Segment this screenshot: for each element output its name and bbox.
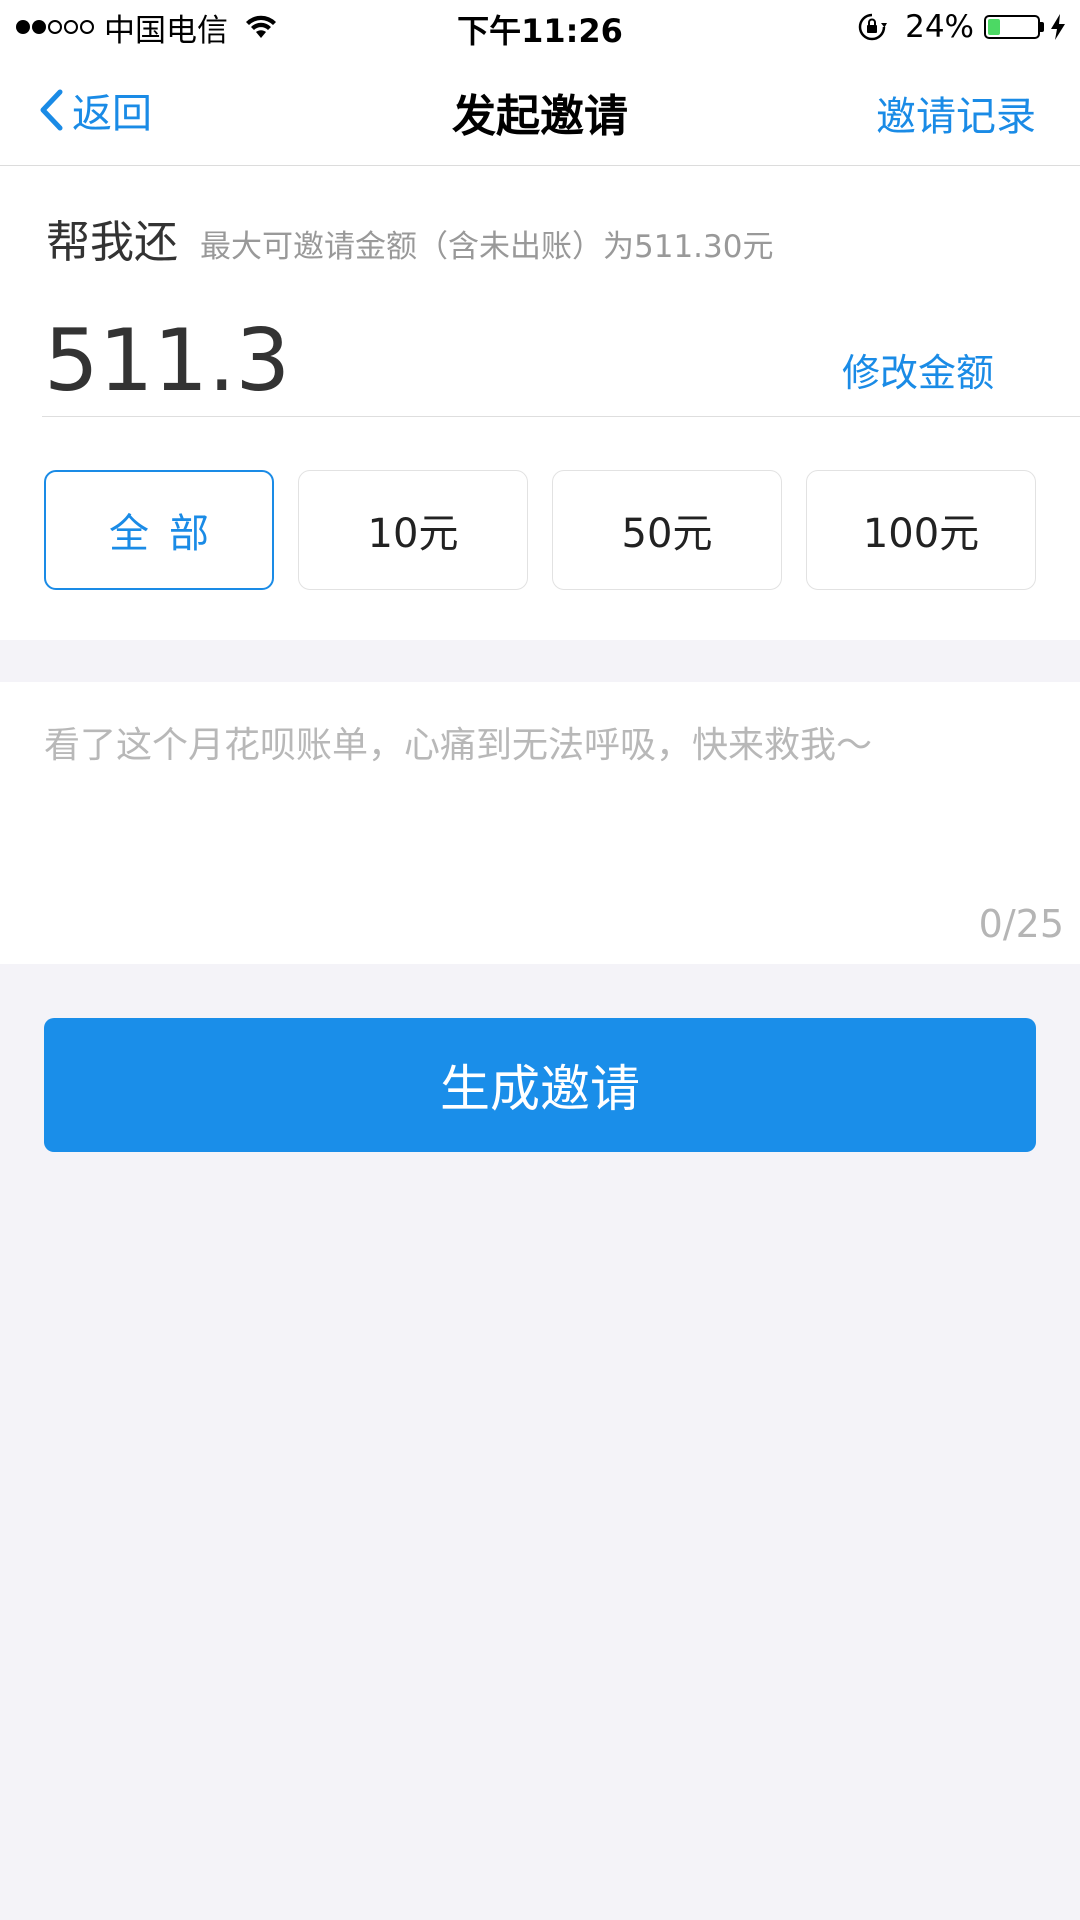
amount-option-10[interactable]: 10元 [298,470,528,590]
charging-bolt-icon [1051,14,1065,40]
character-count: 0/25 [978,902,1064,946]
max-amount-hint: 最大可邀请金额（含未出账）为511.30元 [200,229,774,265]
amount-option-100[interactable]: 100元 [806,470,1036,590]
amount-card: 帮我还 最大可邀请金额（含未出账）为511.30元 511.3 修改金额 全部 … [0,166,1080,640]
message-card[interactable]: 看了这个月花呗账单，心痛到无法呼吸，快来救我～ 0/25 [0,682,1080,964]
amount-option-all[interactable]: 全部 [44,470,274,590]
rotation-lock-icon [858,13,888,41]
amount-value: 511.3 [44,311,291,411]
battery-nub [1040,22,1044,32]
screen: 中国电信 下午11:26 24% 返回 发起邀请 邀请记录 帮我还 最大可邀请金… [0,0,1080,1920]
invite-history-button[interactable]: 邀请记录 [876,84,1036,142]
navigation-bar: 返回 发起邀请 邀请记录 [0,54,1080,166]
amount-options: 全部 10元 50元 100元 [44,470,1036,590]
amount-option-50[interactable]: 50元 [552,470,782,590]
generate-invite-button[interactable]: 生成邀请 [44,1018,1036,1152]
status-bar: 中国电信 下午11:26 24% [0,0,1080,54]
battery-level-fill [988,19,1000,35]
battery-icon [984,15,1040,39]
status-right: 24% [857,8,1066,46]
message-input[interactable]: 看了这个月花呗账单，心痛到无法呼吸，快来救我～ [44,716,872,768]
battery-percent: 24% [905,9,974,45]
amount-card-header: 帮我还 最大可邀请金额（含未出账）为511.30元 [46,206,773,270]
amount-row: 511.3 修改金额 [42,306,1080,417]
edit-amount-button[interactable]: 修改金额 [842,342,994,397]
section-title: 帮我还 [46,217,178,268]
